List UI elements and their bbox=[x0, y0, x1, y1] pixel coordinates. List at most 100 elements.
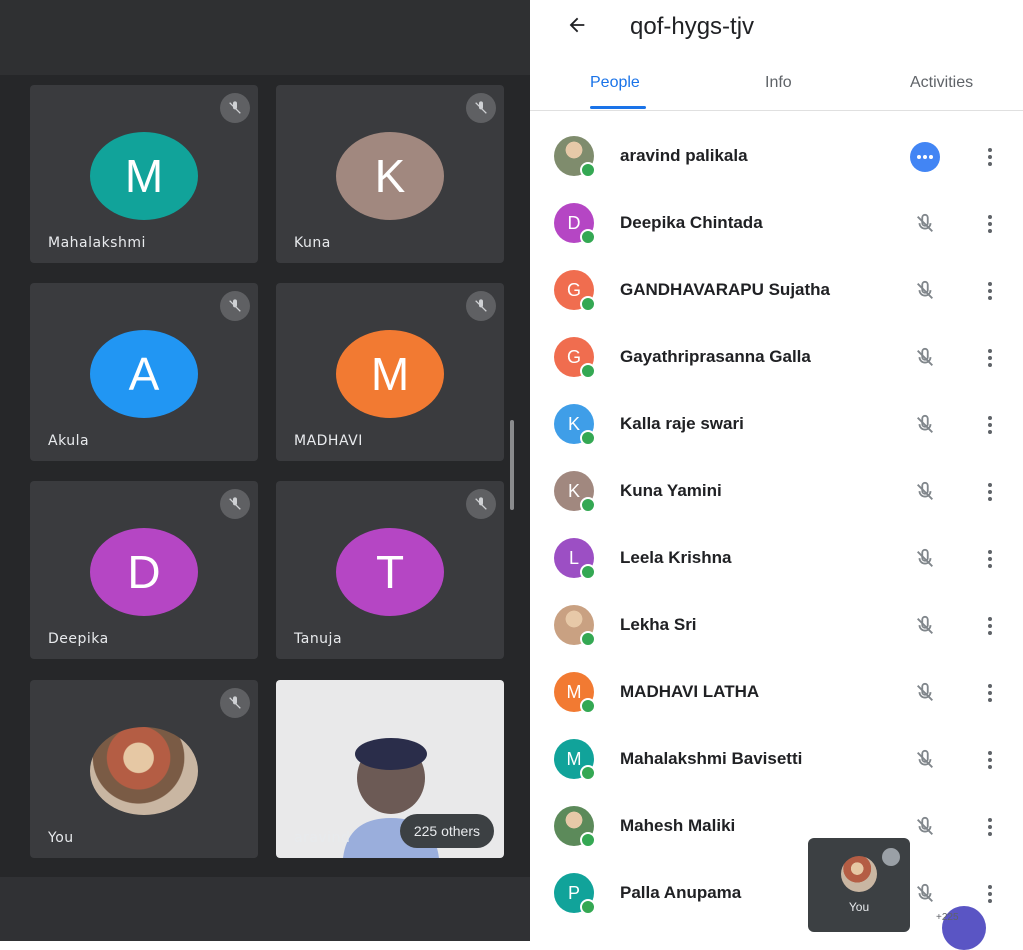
online-dot bbox=[580, 430, 596, 446]
fab-count: +225 bbox=[936, 912, 959, 923]
online-dot bbox=[580, 765, 596, 781]
participant-tile[interactable]: D Deepika bbox=[30, 481, 258, 659]
participant-row[interactable]: K Kuna Yamini bbox=[530, 459, 1023, 526]
tile-name: Mahalakshmi bbox=[48, 235, 146, 251]
participant-row[interactable]: G GANDHAVARAPU Sujatha bbox=[530, 258, 1023, 325]
online-dot bbox=[580, 564, 596, 580]
more-vert-icon[interactable] bbox=[978, 879, 1002, 909]
arrow-left-icon bbox=[569, 17, 585, 33]
online-dot bbox=[580, 363, 596, 379]
participant-tile-you[interactable]: You bbox=[30, 680, 258, 858]
more-vert-icon[interactable] bbox=[978, 745, 1002, 775]
participant-name: Deepika Chintada bbox=[620, 213, 763, 232]
participant-tile-video[interactable]: aravind 225 others bbox=[276, 680, 504, 858]
meeting-code: qof-hygs-tjv bbox=[630, 13, 755, 40]
participant-row[interactable]: M MADHAVI LATHA bbox=[530, 660, 1023, 727]
tile-name: Tanuja bbox=[294, 631, 343, 647]
people-panel: qof-hygs-tjv People Info Activities arav… bbox=[530, 0, 1023, 941]
participant-name: Kuna Yamini bbox=[620, 481, 722, 500]
mic-off-icon bbox=[882, 848, 900, 866]
mic-off-icon bbox=[910, 678, 940, 708]
participant-name: Palla Anupama bbox=[620, 883, 742, 902]
online-dot bbox=[580, 899, 596, 915]
meeting-grid: M Mahalakshmi K Kuna A Akula M MADHAVI D… bbox=[0, 0, 530, 941]
participant-name: Mahalakshmi Bavisetti bbox=[620, 749, 803, 768]
participant-row[interactable]: G Gayathriprasanna Galla bbox=[530, 325, 1023, 392]
avatar: K bbox=[554, 471, 596, 513]
online-dot bbox=[580, 631, 596, 647]
tab-info[interactable]: Info bbox=[765, 74, 792, 92]
more-vert-icon[interactable] bbox=[978, 276, 1002, 306]
participant-row[interactable]: aravind palikala bbox=[530, 124, 1023, 191]
participant-row[interactable]: Lekha Sri bbox=[530, 593, 1023, 660]
tile-name: MADHAVI bbox=[294, 433, 363, 449]
participant-row[interactable]: D Deepika Chintada bbox=[530, 191, 1023, 258]
mic-off-icon bbox=[910, 611, 940, 641]
more-vert-icon[interactable] bbox=[978, 611, 1002, 641]
more-vert-icon[interactable] bbox=[978, 343, 1002, 373]
mic-off-icon bbox=[910, 745, 940, 775]
avatar: K bbox=[336, 132, 444, 220]
participant-row[interactable]: Mahesh Maliki bbox=[530, 794, 1023, 861]
participant-tile[interactable]: M MADHAVI bbox=[276, 283, 504, 461]
avatar: G bbox=[554, 270, 596, 312]
participant-tile[interactable]: A Akula bbox=[30, 283, 258, 461]
avatar bbox=[554, 136, 596, 178]
grid-top-bar bbox=[0, 0, 530, 75]
more-vert-icon[interactable] bbox=[978, 142, 1002, 172]
tab-people[interactable]: People bbox=[590, 74, 640, 92]
participant-name: Mahesh Maliki bbox=[620, 816, 736, 835]
mic-off-icon bbox=[220, 688, 250, 718]
online-dot bbox=[580, 497, 596, 513]
avatar: D bbox=[90, 528, 198, 616]
tab-indicator bbox=[590, 106, 646, 109]
more-vert-icon[interactable] bbox=[978, 544, 1002, 574]
avatar bbox=[841, 856, 877, 892]
avatar: K bbox=[554, 404, 596, 446]
tile-name: Kuna bbox=[294, 235, 331, 251]
mic-off-icon bbox=[910, 209, 940, 239]
tile-name: You bbox=[48, 830, 74, 846]
panel-header: qof-hygs-tjv bbox=[530, 0, 1023, 60]
more-vert-icon[interactable] bbox=[978, 209, 1002, 239]
participant-tile[interactable]: M Mahalakshmi bbox=[30, 85, 258, 263]
avatar: G bbox=[554, 337, 596, 379]
mic-off-icon bbox=[910, 477, 940, 507]
mic-off-icon bbox=[466, 489, 496, 519]
others-count-pill[interactable]: 225 others bbox=[399, 814, 494, 848]
participant-row[interactable]: K Kalla raje swari bbox=[530, 392, 1023, 459]
mic-off-icon bbox=[220, 291, 250, 321]
back-button[interactable] bbox=[566, 12, 588, 43]
tab-activities[interactable]: Activities bbox=[910, 74, 973, 92]
avatar bbox=[90, 727, 198, 815]
avatar: M bbox=[554, 739, 596, 781]
tile-name: Akula bbox=[48, 433, 90, 449]
tile-name: Deepika bbox=[48, 631, 109, 647]
participant-name: Kalla raje swari bbox=[620, 414, 744, 433]
more-horiz-icon[interactable] bbox=[910, 142, 940, 172]
avatar: D bbox=[554, 203, 596, 245]
bottom-bar bbox=[0, 877, 530, 941]
self-label: You bbox=[848, 900, 870, 914]
more-vert-icon[interactable] bbox=[978, 678, 1002, 708]
participant-row[interactable]: M Mahalakshmi Bavisetti bbox=[530, 727, 1023, 794]
participant-tile[interactable]: T Tanuja bbox=[276, 481, 504, 659]
online-dot bbox=[580, 162, 596, 178]
avatar: P bbox=[554, 873, 596, 915]
tab-bar: People Info Activities bbox=[530, 68, 1023, 111]
online-dot bbox=[580, 832, 596, 848]
more-vert-icon[interactable] bbox=[978, 410, 1002, 440]
online-dot bbox=[580, 229, 596, 245]
participant-tile[interactable]: K Kuna bbox=[276, 85, 504, 263]
participant-name: GANDHAVARAPU Sujatha bbox=[620, 280, 830, 299]
more-vert-icon[interactable] bbox=[978, 477, 1002, 507]
avatar: T bbox=[336, 528, 444, 616]
more-vert-icon[interactable] bbox=[978, 812, 1002, 842]
mic-off-icon bbox=[910, 276, 940, 306]
mic-off-icon bbox=[910, 343, 940, 373]
floating-self-tile[interactable]: You bbox=[808, 838, 910, 932]
participant-row[interactable]: L Leela Krishna bbox=[530, 526, 1023, 593]
mic-off-icon bbox=[466, 291, 496, 321]
scrollbar[interactable] bbox=[510, 420, 514, 510]
avatar: A bbox=[90, 330, 198, 418]
